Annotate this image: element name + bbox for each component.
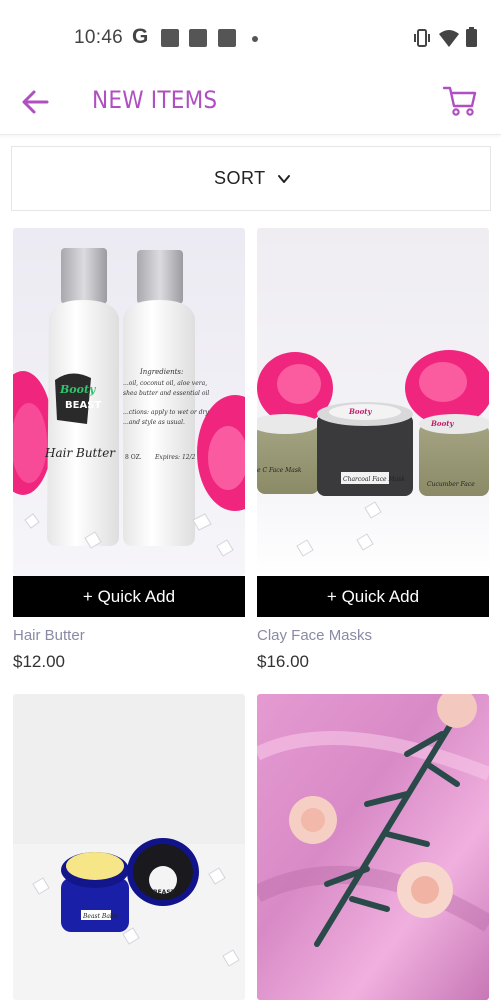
google-icon: G: [132, 25, 149, 48]
status-time: 10:46: [74, 27, 124, 48]
svg-text:...ctions: apply to wet or dry: ...ctions: apply to wet or dry: [123, 409, 209, 416]
notification-icon: [189, 29, 207, 47]
svg-text:Beast Balm: Beast Balm: [82, 913, 118, 920]
page-title: NEW ITEMS: [92, 86, 218, 114]
svg-text:Booty: Booty: [348, 407, 372, 416]
svg-text:Ingredients:: Ingredients:: [139, 368, 183, 376]
svg-text:Charcoal Face Mask: Charcoal Face Mask: [343, 476, 405, 483]
notification-icon: [161, 29, 179, 47]
vibrate-icon: [414, 29, 430, 47]
svg-text:...and style as usual.: ...and style as usual.: [123, 419, 185, 426]
cart-icon[interactable]: [442, 84, 478, 118]
svg-text:shea butter and essential oil: shea butter and essential oil: [123, 390, 209, 397]
quick-add-button[interactable]: + Quick Add: [257, 576, 489, 617]
product-image[interactable]: e C Face Mask Booty Charcoal Face Mask B…: [257, 228, 489, 576]
product-price: $12.00: [13, 652, 65, 671]
svg-text:Cucumber Face: Cucumber Face: [427, 481, 475, 488]
svg-text:Booty: Booty: [430, 419, 454, 428]
app-bar: NEW ITEMS: [0, 76, 501, 135]
battery-icon: [466, 27, 477, 47]
notification-icon: [218, 29, 236, 47]
back-arrow-icon[interactable]: [20, 86, 52, 118]
svg-text:BEAST: BEAST: [65, 400, 101, 411]
svg-text:8 OZ.: 8 OZ.: [125, 454, 142, 461]
product-name[interactable]: Clay Face Masks: [257, 627, 372, 644]
chevron-down-icon: [278, 175, 290, 183]
svg-text:BEAST: BEAST: [153, 889, 176, 896]
product-image[interactable]: [257, 694, 489, 1000]
svg-text:Hair Butter: Hair Butter: [44, 446, 116, 460]
quick-add-button[interactable]: + Quick Add: [13, 576, 245, 617]
product-name[interactable]: Hair Butter: [13, 627, 85, 644]
svg-text:Booty: Booty: [59, 383, 97, 396]
product-price: $16.00: [257, 652, 309, 671]
svg-text:e C Face Mask: e C Face Mask: [257, 467, 302, 474]
product-image[interactable]: Beast Balm BEAST: [13, 694, 245, 1000]
sort-label: SORT: [214, 168, 266, 188]
svg-text:...oil, coconut oil, aloe vera: ...oil, coconut oil, aloe vera,: [123, 380, 207, 387]
product-image[interactable]: Booty BEAST Hair Butter Ingredients: ...…: [13, 228, 245, 576]
sort-dropdown[interactable]: SORT: [11, 146, 491, 211]
status-bar: 10:46 G: [0, 0, 501, 76]
wifi-icon: [439, 30, 459, 47]
more-notifications-icon: [252, 36, 258, 42]
svg-text:Expires: 12/2: Expires: 12/2: [154, 454, 196, 461]
